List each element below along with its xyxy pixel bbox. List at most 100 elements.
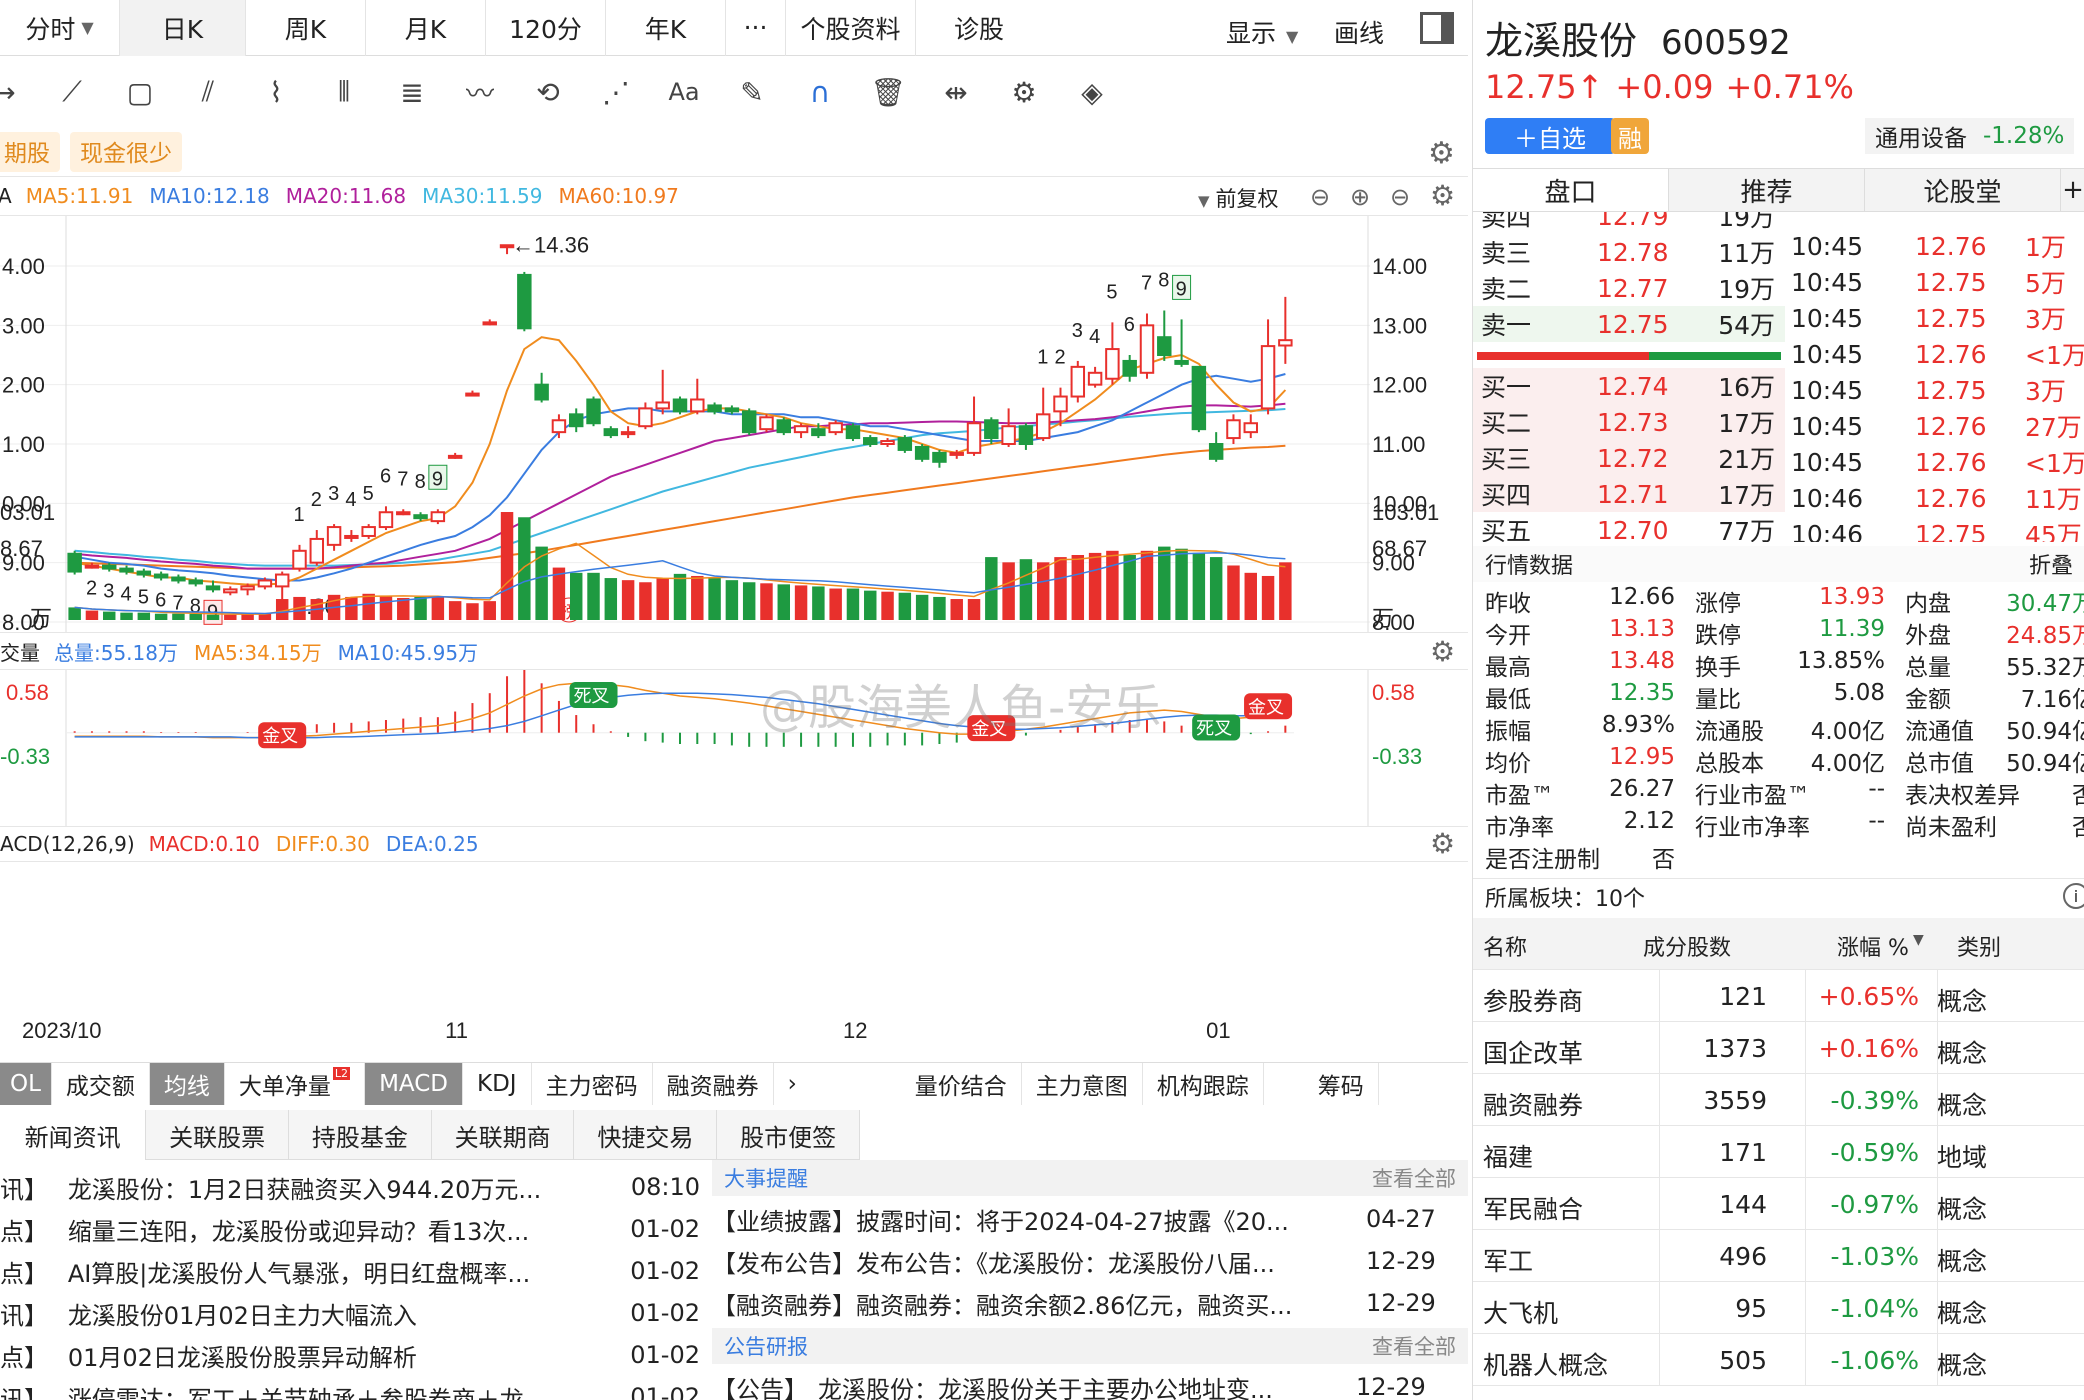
industry-badge[interactable]: 通用设备 -1.28% [1865,118,2075,154]
layout-toggle-icon[interactable] [1420,12,1454,44]
tab-stock-profile[interactable]: 个股资料 [786,0,916,56]
news-item[interactable]: 讯】 涨停雷达：军工＋关节轴承＋参股券商＋龙... 01-02 [0,1376,700,1400]
tab-news[interactable]: 新闻资讯 [0,1110,147,1160]
ask-row[interactable]: 卖一 12.75 54万 [1473,306,1785,342]
ind-tab-main-intent[interactable]: 主力意图 [1022,1062,1143,1105]
bid-row[interactable]: 买三 12.72 21万 [1473,440,1785,476]
ind-tab-chips[interactable]: 筹码 [1304,1062,1379,1105]
sector-row[interactable]: 融资融券 3559 -0.39% 概念 [1473,1074,2084,1126]
tab-forum[interactable]: 论股堂 [1865,169,2061,211]
news-item[interactable]: 点】 缩量三连阳，龙溪股份或迎异动？看13次... 01-02 [0,1208,700,1250]
news-item[interactable]: 讯】 龙溪股份：1月2日获融资买入944.20万元... 08:10 [0,1166,700,1208]
ask-row[interactable]: 卖四 12.79 19万 [1473,212,1785,234]
rect-tool-icon[interactable]: ▢ [120,72,160,112]
tab-monthly-k[interactable]: 月K [366,0,486,56]
sector-row[interactable]: 参股券商 121 +0.65% 概念 [1473,970,2084,1022]
more-tabs-button[interactable]: ··· [726,0,786,56]
bid-row[interactable]: 买二 12.73 17万 [1473,404,1785,440]
display-dropdown[interactable]: 显示 ▼ [1226,14,1298,50]
bid-row[interactable]: 买五 12.70 77万 [1473,512,1785,542]
tab-recommend[interactable]: 推荐 [1669,169,1865,211]
zoom-out-icon[interactable]: ⊖ [1310,183,1330,211]
ind-tab-ma[interactable]: 均线 [149,1062,225,1105]
eraser-icon[interactable]: ✎ [732,72,772,112]
tab-related-stocks[interactable]: 关联股票 [146,1110,289,1160]
channel-tool-icon[interactable]: ⌇ [256,72,296,112]
ind-tab-main-code[interactable]: 主力密码 [532,1062,653,1105]
ind-tab-amount[interactable]: 成交额 [52,1062,150,1105]
sector-row[interactable]: 军工 496 -1.03% 概念 [1473,1230,2084,1282]
trash-icon[interactable]: 🗑 [868,72,908,112]
split-icon[interactable]: ⇹ [936,72,976,112]
line-tool-icon[interactable]: ⟋ [52,72,92,112]
text-tool-icon[interactable]: Aa [664,72,704,112]
tab-diagnose[interactable]: 诊股 [916,0,1042,56]
settings-icon[interactable]: ⚙ [1004,72,1044,112]
adjust-dropdown[interactable]: ▼ 前复权 [1198,183,1279,213]
ind-tab-vol[interactable]: OL [0,1062,52,1105]
news-item[interactable]: 点】 AI算股|龙溪股份人气暴涨，明日红盘概率... 01-02 [0,1250,700,1292]
gear-icon[interactable]: ⚙ [1430,827,1455,860]
magnet-icon[interactable]: ∩ [800,72,840,112]
zoom-in-icon[interactable]: ⊕ [1350,183,1370,211]
ask-row[interactable]: 卖三 12.78 11万 [1473,234,1785,270]
arrow-icon[interactable]: → [0,72,24,112]
ind-tab-bigorder[interactable]: 大单净量 L2 [225,1062,366,1105]
layers-icon[interactable]: ◈ [1072,72,1112,112]
ind-tab-margin[interactable]: 融资融券 [653,1062,774,1105]
tab-daily-k[interactable]: 日K [120,0,246,56]
gann-tool-icon[interactable]: ⋰ [596,72,636,112]
cycle-tool-icon[interactable]: ⟲ [528,72,568,112]
sector-row[interactable]: 福建 171 -0.59% 地域 [1473,1126,2084,1178]
view-all-link[interactable]: 查看全部 [1372,1163,1456,1193]
sector-col-header[interactable]: 类别 [1957,930,2001,962]
tab-quick-trade[interactable]: 快捷交易 [574,1110,718,1160]
bars-tool-icon[interactable]: ⦀ [324,72,364,112]
fan-tool-icon[interactable]: ⫽ [188,72,228,112]
minus-icon[interactable]: ⊖ [1390,183,1410,211]
draw-line-button[interactable]: 画线 [1334,14,1384,50]
ind-tab-price-vol[interactable]: 量价结合 [901,1062,1022,1105]
gear-icon[interactable]: ⚙ [1430,179,1455,212]
bid-row[interactable]: 买四 12.71 17万 [1473,476,1785,512]
sector-row[interactable]: 大飞机 95 -1.04% 概念 [1473,1282,2084,1334]
ind-tab-macd[interactable]: MACD [365,1062,464,1105]
event-item[interactable]: 【融资融券】 融资融券：融资余额2.86亿元，融资买... 12-29 [712,1282,1468,1324]
tab-weekly-k[interactable]: 周K [246,0,366,56]
wave-tool-icon[interactable]: 〰 [460,72,500,112]
sector-row[interactable]: 军民融合 144 -0.97% 概念 [1473,1178,2084,1230]
sector-col-header[interactable]: 成分股数 [1643,930,1731,962]
fold-button[interactable]: 折叠 [2029,548,2073,580]
chevron-down-icon[interactable]: ▼ [1913,932,1924,948]
gear-icon[interactable]: ⚙ [1428,136,1455,171]
sector-col-header[interactable]: 名称 [1483,930,1527,962]
tab-related-futures[interactable]: 关联期商 [432,1110,575,1160]
ask-row[interactable]: 卖二 12.77 19万 [1473,270,1785,306]
sector-row[interactable]: 国企改革 1373 +0.16% 概念 [1473,1022,2084,1074]
event-item[interactable]: 【发布公告】 发布公告：《龙溪股份：龙溪股份八届... 12-29 [712,1240,1468,1282]
tab-yearly-k[interactable]: 年K [606,0,726,56]
add-watchlist-button[interactable]: ＋自选 [1485,118,1615,154]
tab-intraday[interactable]: 分时 ▼ [0,0,120,56]
notice-item[interactable]: 【公告】 龙溪股份：龙溪股份关于主要办公地址变... 12-29 [712,1366,1468,1400]
gear-icon[interactable]: ⚙ [1430,635,1455,668]
fib-tool-icon[interactable]: ≣ [392,72,432,112]
add-tab-icon[interactable]: + [2061,169,2084,211]
tab-notes[interactable]: 股市便签 [717,1110,860,1160]
ind-tab-inst[interactable]: 机构跟踪 [1143,1062,1264,1105]
event-item[interactable]: 【业绩披露】 披露时间：将于2024-04-27披露《20... 04-27 [712,1198,1468,1240]
tab-holding-funds[interactable]: 持股基金 [289,1110,432,1160]
tag-item[interactable]: 现金很少 [70,132,182,172]
bid-row[interactable]: 买一 12.74 16万 [1473,368,1785,404]
tab-orderbook[interactable]: 盘口 [1473,169,1669,211]
chevron-right-icon[interactable]: › [774,1063,811,1105]
ind-tab-kdj[interactable]: KDJ [463,1062,532,1105]
tag-item[interactable]: 期股 [0,132,60,172]
news-item[interactable]: 讯】 龙溪股份01月02日主力大幅流入 01-02 [0,1292,700,1334]
tab-120min[interactable]: 120分 [486,0,606,56]
sector-row[interactable]: 机器人概念 505 -1.06% 概念 [1473,1334,2084,1386]
info-icon[interactable]: i [2063,883,2084,909]
sector-col-header[interactable]: 涨幅 % [1837,930,1909,962]
view-all-link[interactable]: 查看全部 [1372,1331,1456,1361]
news-item[interactable]: 点】 01月02日龙溪股份股票异动解析 01-02 [0,1334,700,1376]
